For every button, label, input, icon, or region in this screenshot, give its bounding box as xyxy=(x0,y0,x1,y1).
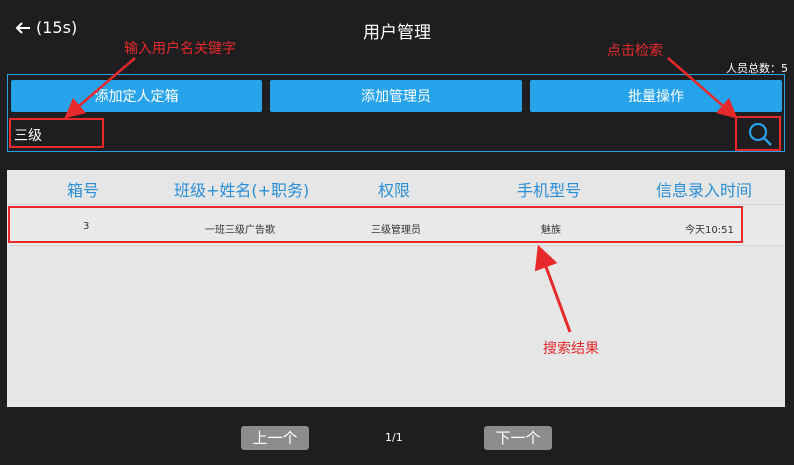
annotation-arrow-input xyxy=(64,57,136,119)
annotation-arrows xyxy=(64,57,738,333)
annotation-arrow-search xyxy=(667,57,738,119)
annotation-arrow-result xyxy=(534,244,572,333)
